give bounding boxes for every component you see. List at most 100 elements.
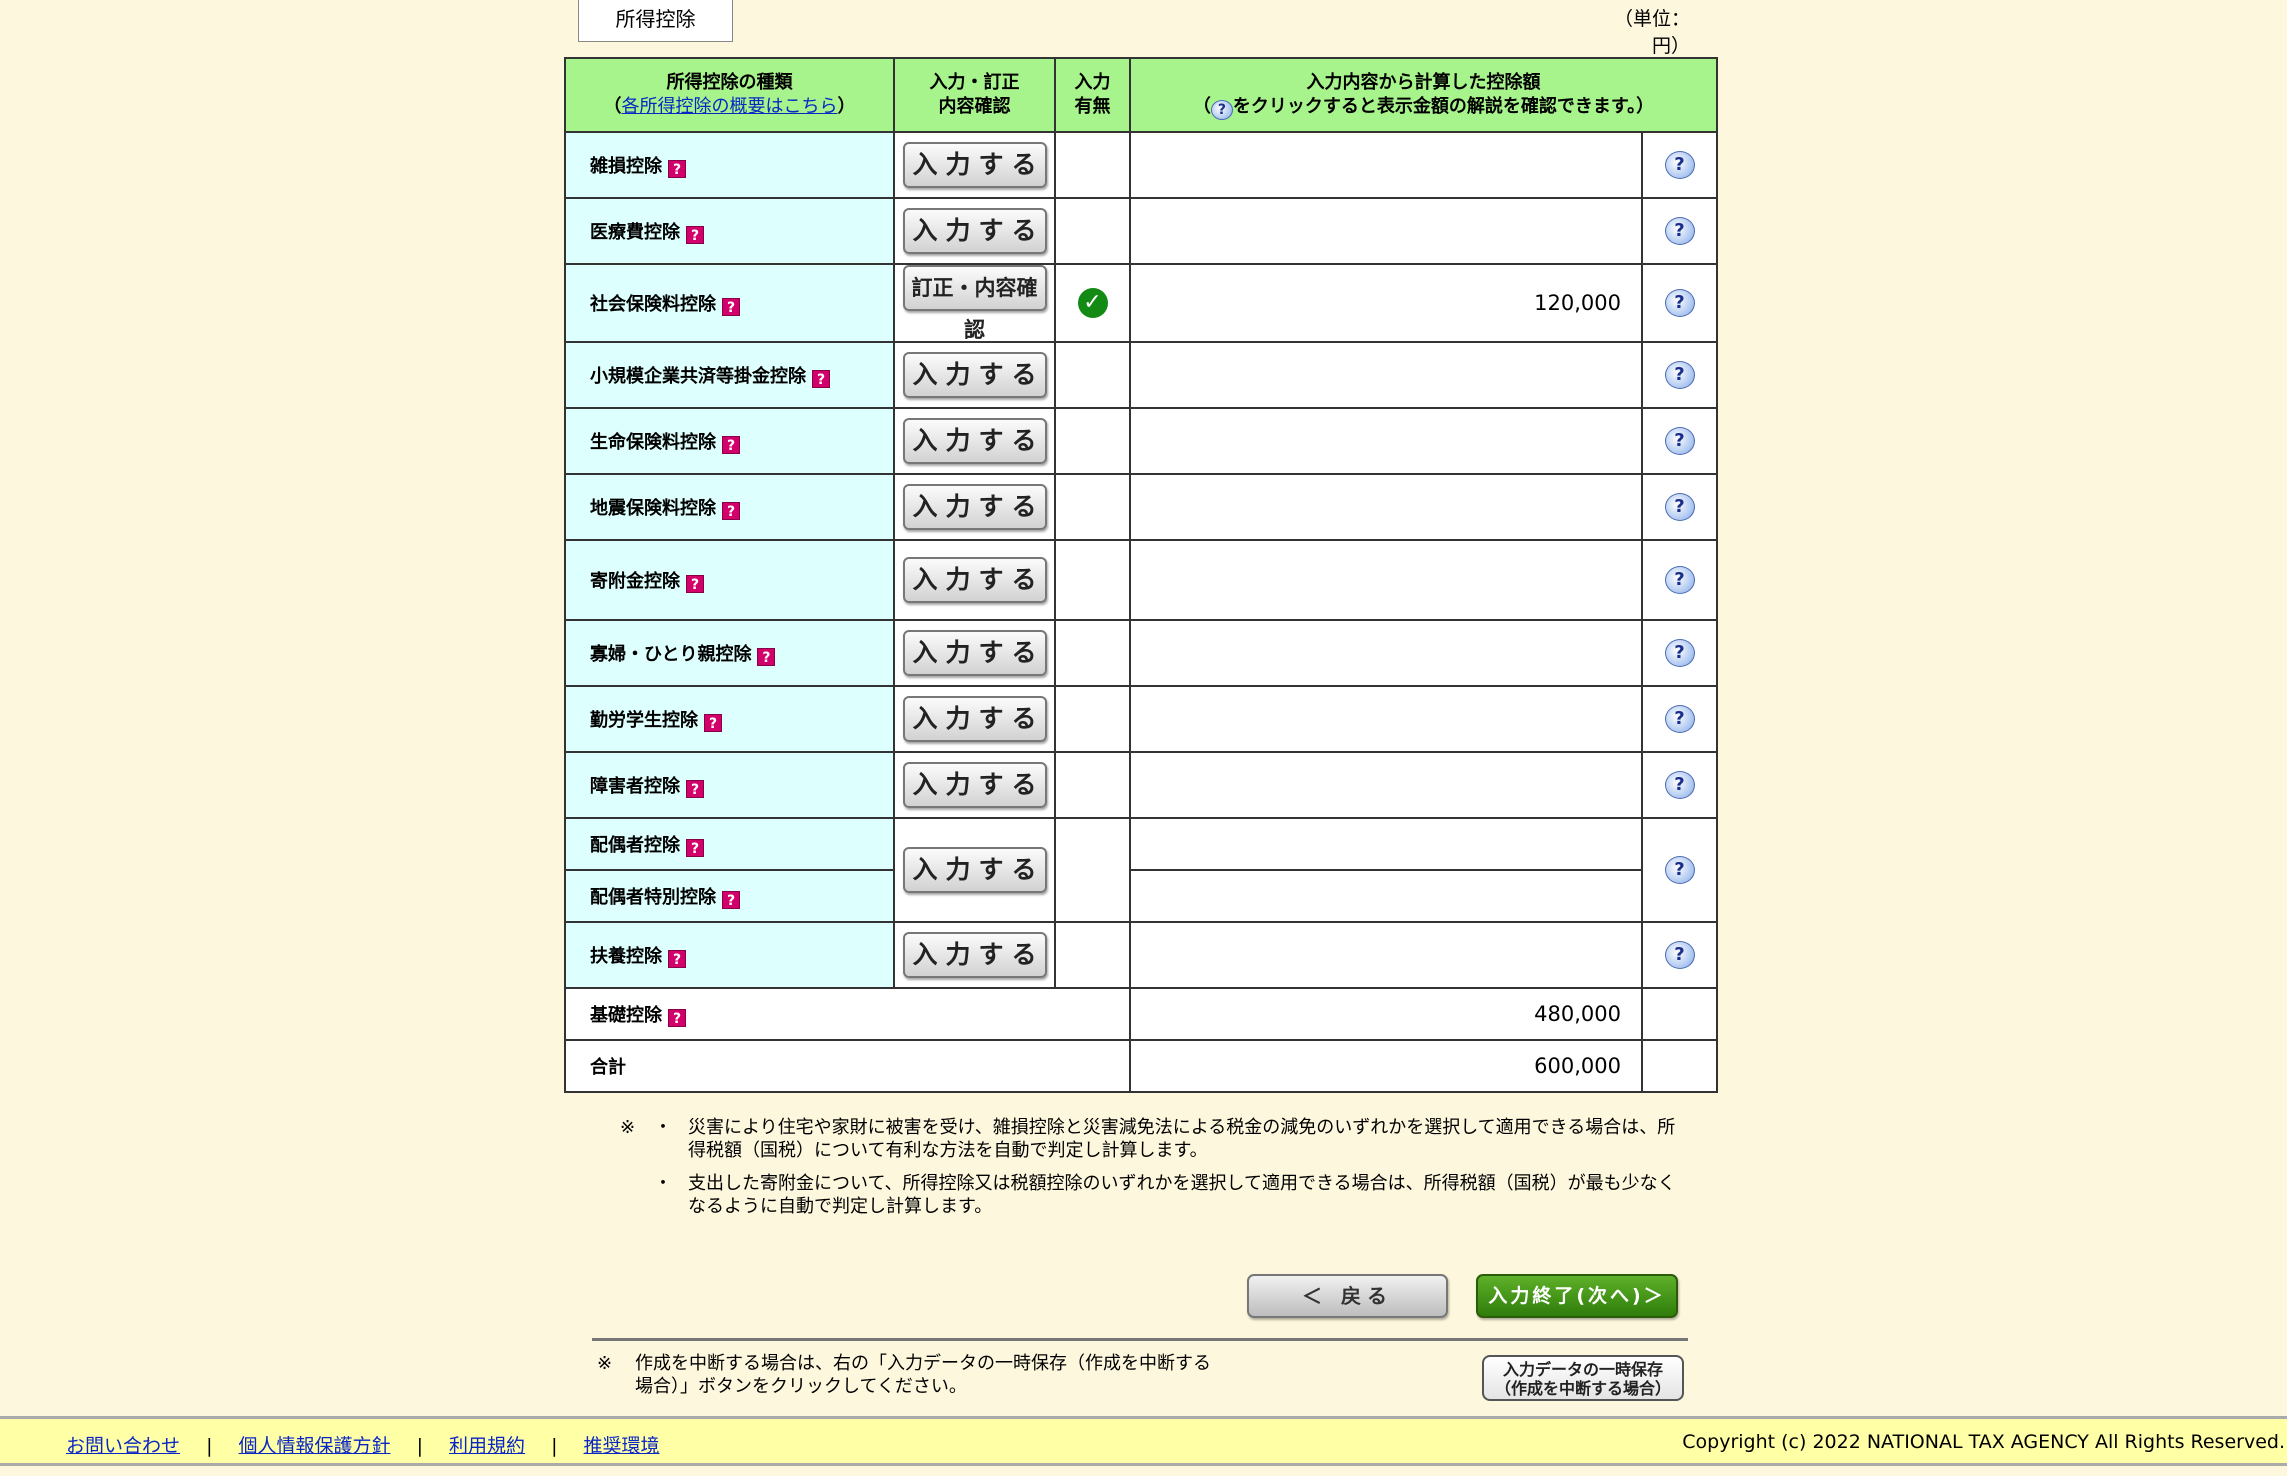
row-label-cell: 寡婦・ひとり親控除? <box>564 619 895 687</box>
footer-link-contact[interactable]: お問い合わせ <box>66 1435 180 1457</box>
amount-cell <box>1129 869 1643 923</box>
question-icon[interactable]: ? <box>722 891 740 909</box>
table-row-kifukin: 寄附金控除? 入力する ? <box>564 539 1719 621</box>
copyright: Copyright (c) 2022 NATIONAL TAX AGENCY A… <box>1682 1431 2285 1453</box>
temp-save-label: 入力データの一時保存 <box>1502 1360 1663 1379</box>
table-row-shogaisha: 障害者控除? 入力する ? <box>564 751 1719 819</box>
input-button-haigusha[interactable]: 入力する <box>902 847 1047 893</box>
table-row-shakai: 社会保険料控除? 訂正・内容確認 ✓ 120,000 ? <box>564 263 1719 343</box>
overview-link[interactable]: 各所得控除の概要はこちら <box>622 96 838 117</box>
row-label-cell: 合計 <box>564 1039 1131 1093</box>
help-icon: ? <box>1210 99 1233 120</box>
input-button-iryohi[interactable]: 入力する <box>902 208 1047 254</box>
question-icon[interactable]: ? <box>668 160 686 178</box>
temp-save-sublabel: （作成を中断する場合） <box>1494 1379 1671 1398</box>
row-label: 扶養控除 <box>590 946 662 967</box>
table-row-shokibo: 小規模企業共済等掛金控除? 入力する ? <box>564 341 1719 409</box>
footer-link-environment[interactable]: 推奨環境 <box>584 1435 660 1457</box>
footer-link-terms[interactable]: 利用規約 <box>449 1435 525 1457</box>
finish-next-button[interactable]: 入力終了(次へ)＞ <box>1476 1274 1678 1318</box>
temp-save-button[interactable]: 入力データの一時保存 （作成を中断する場合） <box>1482 1355 1684 1401</box>
row-label: 基礎控除 <box>590 1005 662 1026</box>
help-cell: ? <box>1640 539 1719 621</box>
help-icon[interactable]: ? <box>1664 151 1695 179</box>
amount-cell <box>1129 131 1643 199</box>
input-button-jishin[interactable]: 入力する <box>902 484 1047 530</box>
header-calculated-amount: 入力内容から計算した控除額 （? をクリックすると表示金額の解説を確認できます。） <box>1128 57 1719 133</box>
amount-cell: 480,000 <box>1129 987 1643 1041</box>
amount-cell <box>1129 473 1643 541</box>
help-cell: ? <box>1640 341 1719 409</box>
table-row-jishin: 地震保険料控除? 入力する ? <box>564 473 1719 541</box>
help-icon[interactable]: ? <box>1664 289 1695 317</box>
correct-confirm-button-shakai[interactable]: 訂正・内容確認 <box>902 265 1047 342</box>
question-icon[interactable]: ? <box>757 648 776 666</box>
question-icon[interactable]: ? <box>668 1009 686 1027</box>
header-input-status: 入力 有無 <box>1054 57 1131 133</box>
question-icon[interactable]: ? <box>812 370 830 388</box>
question-icon[interactable]: ? <box>668 950 686 968</box>
question-icon[interactable]: ? <box>704 714 722 732</box>
help-icon[interactable]: ? <box>1664 856 1695 884</box>
note-item: ・ 支出した寄附金について、所得控除又は税額控除のいずれかを選択して適用できる場… <box>620 1172 1680 1218</box>
help-cell: ? <box>1640 473 1719 541</box>
question-icon[interactable]: ? <box>722 436 740 454</box>
help-cell: ? <box>1640 817 1719 923</box>
question-icon[interactable]: ? <box>686 839 704 857</box>
save-note-mark: ※ <box>597 1353 613 1374</box>
row-label-cell: 生命保険料控除? <box>564 407 895 475</box>
button-cell: 入力する <box>893 473 1056 541</box>
row-label-cell: 小規模企業共済等掛金控除? <box>564 341 895 409</box>
table-row-kafu: 寡婦・ひとり親控除? 入力する ? <box>564 619 1719 687</box>
help-icon[interactable]: ? <box>1664 361 1695 389</box>
help-icon[interactable]: ? <box>1664 639 1695 667</box>
input-button-kinro[interactable]: 入力する <box>902 696 1047 742</box>
help-icon[interactable]: ? <box>1664 941 1695 969</box>
footer-separator: | <box>551 1435 558 1457</box>
footer-separator: | <box>206 1435 213 1457</box>
help-icon[interactable]: ? <box>1664 771 1695 799</box>
input-button-kifukin[interactable]: 入力する <box>902 557 1047 603</box>
notes: ※ ・ 災害により住宅や家財に被害を受け、雑損控除と災害減免法による税金の減免の… <box>620 1116 1680 1228</box>
button-cell: 入力する <box>893 685 1056 753</box>
help-icon[interactable]: ? <box>1664 217 1695 245</box>
button-cell: 入力する <box>893 817 1056 923</box>
question-icon[interactable]: ? <box>686 575 704 593</box>
status-cell <box>1054 539 1131 621</box>
question-icon[interactable]: ? <box>686 226 704 244</box>
save-note-text: 作成を中断する場合は、右の「入力データの一時保存（作成を中断する場合）」ボタンを… <box>635 1353 1211 1397</box>
help-icon[interactable]: ? <box>1664 705 1695 733</box>
input-button-kafu[interactable]: 入力する <box>902 630 1047 676</box>
tab-income-deduction[interactable]: 所得控除 <box>578 0 733 42</box>
row-label: 勤労学生控除 <box>590 710 698 731</box>
button-cell: 訂正・内容確認 <box>893 263 1056 343</box>
question-icon[interactable]: ? <box>722 298 740 316</box>
header-input-correct-line1: 入力・訂正 <box>929 72 1020 93</box>
input-button-zasson[interactable]: 入力する <box>902 142 1047 188</box>
input-button-fuyo[interactable]: 入力する <box>902 932 1047 978</box>
header-input-correct-line2: 内容確認 <box>938 96 1011 117</box>
table-row-kiso: 基礎控除? 480,000 <box>564 987 1719 1041</box>
amount-cell <box>1129 817 1643 871</box>
footer-link-privacy[interactable]: 個人情報保護方針 <box>239 1435 391 1457</box>
row-label: 配偶者特別控除 <box>590 887 716 908</box>
help-icon[interactable]: ? <box>1664 427 1695 455</box>
help-icon[interactable]: ? <box>1664 566 1695 594</box>
input-button-shokibo[interactable]: 入力する <box>902 352 1047 398</box>
input-button-shogaisha[interactable]: 入力する <box>902 762 1047 808</box>
row-label: 医療費控除 <box>590 222 680 243</box>
row-label-cell: 障害者控除? <box>564 751 895 819</box>
status-cell <box>1054 341 1131 409</box>
header-input-correct: 入力・訂正 内容確認 <box>893 57 1056 133</box>
total-amount: 600,000 <box>1129 1039 1643 1093</box>
input-button-seimei[interactable]: 入力する <box>902 418 1047 464</box>
amount-cell <box>1129 197 1643 265</box>
question-icon[interactable]: ? <box>722 502 740 520</box>
row-label: 地震保険料控除 <box>590 498 716 519</box>
button-cell: 入力する <box>893 197 1056 265</box>
amount-cell <box>1129 619 1643 687</box>
footer-links: お問い合わせ | 個人情報保護方針 | 利用規約 | 推奨環境 <box>66 1431 660 1458</box>
question-icon[interactable]: ? <box>686 780 704 798</box>
back-button[interactable]: ＜ 戻る <box>1247 1274 1448 1318</box>
help-icon[interactable]: ? <box>1664 493 1695 521</box>
